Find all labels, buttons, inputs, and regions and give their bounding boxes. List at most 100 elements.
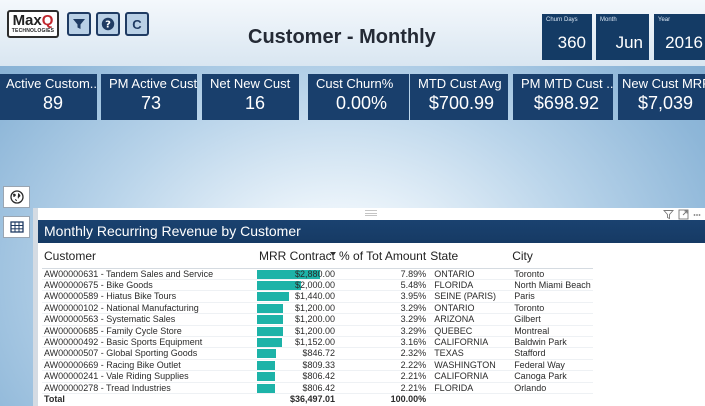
table-row[interactable]: AW00000241 - Vale Riding Supplies $806.42… (42, 370, 593, 383)
cell-state: TEXAS (428, 347, 511, 360)
mrr-data-bar (257, 349, 276, 359)
year-card[interactable]: Year 2016 (654, 14, 705, 60)
table-row[interactable]: AW00000589 - Hiatus Bike Tours $1,440.00 3… (42, 290, 593, 303)
churn-days-card: Churn Days 360 (542, 14, 592, 60)
focus-mode-icon[interactable] (678, 209, 689, 220)
cell-customer: AW00000102 - National Manufacturing (42, 302, 257, 315)
kpi-pm-active-cust: PM Active Cust 73 (101, 74, 197, 120)
cell-mrr-contract: $1,200.00 (257, 325, 338, 337)
total-empty-cell (428, 393, 510, 404)
cell-city: Montreal (510, 325, 593, 337)
cell-state: ONTARIO (428, 268, 511, 280)
cell-customer: AW00000241 - Vale Riding Supplies (42, 370, 257, 383)
filter-icon[interactable] (663, 209, 674, 220)
table-row[interactable]: AW00000507 - Global Sporting Goods $846.7… (42, 347, 593, 360)
svg-text:C: C (132, 17, 142, 31)
table-row[interactable]: AW00000685 - Family Cycle Store $1,200.00… (42, 325, 593, 337)
cell-city: Orlando (510, 382, 593, 394)
globe-button[interactable] (3, 186, 30, 208)
panel-title: Monthly Recurring Revenue by Customer (44, 223, 301, 239)
cell-state: CALIFORNIA (428, 370, 511, 383)
more-options-icon[interactable] (693, 209, 701, 220)
table-row[interactable]: AW00000675 - Bike Goods $2,000.00 5.48% FLO… (42, 279, 593, 292)
cell-customer: AW00000492 - Basic Sports Equipment (42, 336, 257, 349)
cell-mrr-contract: $846.72 (257, 347, 338, 360)
table-row[interactable]: AW00000492 - Basic Sports Equipment $1,15… (42, 336, 593, 349)
help-button[interactable]: ? (96, 12, 120, 36)
cell-city: Gilbert (510, 313, 593, 326)
refresh-button[interactable]: C (125, 12, 149, 36)
cell-state: FLORIDA (428, 382, 511, 394)
table-view-button[interactable] (3, 216, 30, 238)
mrr-value: $809.33 (302, 359, 336, 370)
cell-mrr-contract: $2,000.00 (257, 279, 338, 292)
cell-mrr-contract: $1,200.00 (257, 302, 338, 315)
cell-mrr-contract: $809.33 (257, 359, 338, 372)
cell-city: Stafford (510, 347, 593, 360)
kpi-active-customers: Active Custom... 89 (0, 74, 97, 120)
cell-customer: AW00000675 - Bike Goods (42, 279, 257, 292)
svg-text:?: ? (105, 20, 111, 31)
table-total-row: Total $36,497.01 100.00% (42, 393, 593, 404)
mrr-data-bar (257, 337, 283, 347)
page-title: Customer - Monthly (248, 26, 436, 48)
column-header-customer[interactable]: Customer (42, 244, 257, 269)
filter-icon (73, 19, 85, 29)
mrr-data-bar (257, 360, 275, 370)
total-mrr: $36,497.01 (289, 394, 336, 405)
cell-mrr-contract: $806.42 (257, 370, 338, 383)
cell-pct-tot-amount: 3.29% (337, 325, 429, 337)
help-icon: ? (101, 17, 115, 31)
cell-customer: AW00000589 - Hiatus Bike Tours (42, 290, 257, 303)
cell-state: SEINE (PARIS) (428, 290, 511, 303)
cell-pct-tot-amount: 5.48% (337, 279, 429, 292)
kpi-net-new-cust: Net New Cust 16 (202, 74, 299, 120)
panel-title-bar: Monthly Recurring Revenue by Customer (38, 220, 705, 243)
report-header: MaxQ TECHNOLOGIES ? C Customer - Monthly… (0, 0, 705, 66)
table-row[interactable]: AW00000278 - Tread Industries $806.42 2.21… (42, 382, 593, 394)
cell-pct-tot-amount: 2.21% (337, 370, 429, 383)
mrr-data-bar (257, 315, 284, 324)
cell-city: Canoga Park (510, 370, 593, 383)
table-icon (9, 221, 24, 233)
mrr-table-panel: Monthly Recurring Revenue by Customer Cu… (38, 208, 705, 406)
table-row[interactable]: AW00000563 - Systematic Sales $1,200.00 3.… (42, 313, 593, 326)
cell-customer: AW00000278 - Tread Industries (42, 382, 257, 394)
panel-toolbar (38, 208, 705, 220)
cell-mrr-contract: $1,440.00 (257, 290, 338, 303)
cell-state: ONTARIO (428, 302, 511, 315)
mrr-value: $2,880.00 (294, 268, 336, 279)
table-row[interactable]: AW00000102 - National Manufacturing $1,20… (42, 302, 593, 315)
filter-button[interactable] (67, 12, 91, 36)
column-header-mrr-contract[interactable]: MRR Contract (257, 244, 338, 269)
drag-handle-icon[interactable] (365, 210, 377, 216)
column-header-city[interactable]: City (510, 244, 593, 269)
kpi-mtd-cust-avg: MTD Cust Avg $700.99 (410, 74, 508, 120)
mrr-data-bar (257, 303, 284, 313)
column-header-pct-tot-amount[interactable]: % of Tot Amount (337, 244, 429, 269)
kpi-new-cust-mrr: New Cust MRR $7,039 (618, 74, 705, 120)
mrr-value: $846.72 (302, 348, 336, 359)
mrr-data-bar (257, 372, 275, 382)
mrr-value: $1,200.00 (294, 325, 336, 336)
cell-pct-tot-amount: 2.21% (337, 382, 429, 394)
column-header-state[interactable]: State (428, 244, 511, 269)
mrr-data-bar (257, 326, 284, 336)
kpi-cust-churn: Cust Churn% 0.00% (308, 74, 409, 120)
refresh-icon: C (132, 17, 142, 31)
cell-pct-tot-amount: 3.95% (337, 290, 429, 303)
table-row[interactable]: AW00000669 - Racing Bike Outlet $809.33 2.… (42, 359, 593, 372)
cell-state: ARIZONA (428, 313, 511, 326)
cell-state: QUEBEC (428, 325, 511, 337)
cell-mrr-contract: $1,200.00 (257, 313, 338, 326)
month-card[interactable]: Month Jun (596, 14, 649, 60)
cell-mrr-contract: $2,880.00 (257, 268, 338, 280)
cell-city: Toronto (510, 302, 593, 315)
total-empty-cell (510, 393, 593, 404)
cell-pct-tot-amount: 7.89% (337, 268, 429, 280)
cell-state: FLORIDA (428, 279, 511, 292)
table-row[interactable]: AW00000631 - Tandem Sales and Service $2,… (42, 268, 593, 280)
maxq-logo: MaxQ TECHNOLOGIES (7, 10, 59, 38)
total-pct: 100.00% (390, 394, 427, 405)
sort-descending-icon[interactable] (330, 252, 336, 256)
